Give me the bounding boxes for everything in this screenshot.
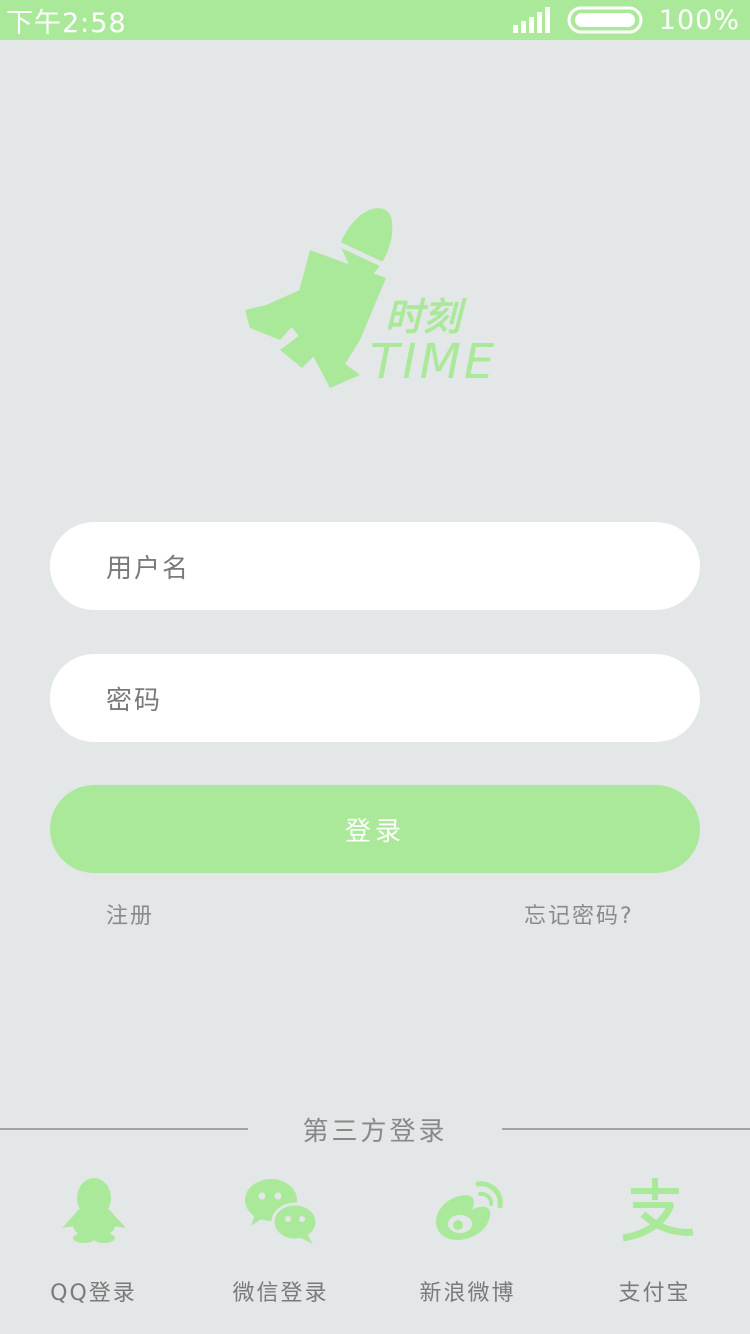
third-party-title: 第三方登录: [302, 1117, 448, 1147]
divider-left: [0, 1128, 248, 1130]
logo-subtitle: TIME: [370, 334, 497, 390]
wechat-icon: [244, 1179, 318, 1244]
wechat-login-button[interactable]: 微信登录: [187, 1170, 374, 1307]
qq-login-button[interactable]: QQ登录: [0, 1170, 187, 1307]
register-link[interactable]: 注册: [106, 898, 154, 930]
username-field[interactable]: 用户名: [50, 522, 700, 610]
forgot-password-link[interactable]: 忘记密码?: [524, 898, 634, 930]
weibo-label: 新浪微博: [419, 1281, 516, 1306]
password-field[interactable]: 密码: [50, 654, 700, 742]
alipay-icon: [621, 1178, 693, 1242]
status-right: 100%: [512, 4, 740, 36]
login-button-label: 登录: [344, 816, 405, 847]
alipay-login-button[interactable]: 支付宝: [561, 1170, 748, 1307]
battery-icon: [567, 6, 643, 34]
alipay-label: 支付宝: [618, 1281, 691, 1306]
login-button[interactable]: 登录: [50, 785, 700, 873]
weibo-login-button[interactable]: 新浪微博: [374, 1170, 561, 1307]
password-placeholder: 密码: [106, 685, 163, 716]
app-logo: 时刻 TIME: [245, 208, 497, 390]
wechat-label: 微信登录: [232, 1281, 329, 1306]
battery-percent: 100%: [658, 4, 740, 36]
username-placeholder: 用户名: [106, 553, 191, 584]
qq-label: QQ登录: [50, 1281, 137, 1306]
qq-icon: [61, 1178, 126, 1243]
status-time: 下午2:58: [6, 7, 127, 39]
signal-icon: [512, 7, 550, 33]
logo-name: 时刻: [385, 294, 467, 339]
divider-right: [502, 1128, 750, 1130]
status-bar: 下午2:58 100%: [0, 0, 750, 40]
weibo-icon: [435, 1181, 503, 1240]
